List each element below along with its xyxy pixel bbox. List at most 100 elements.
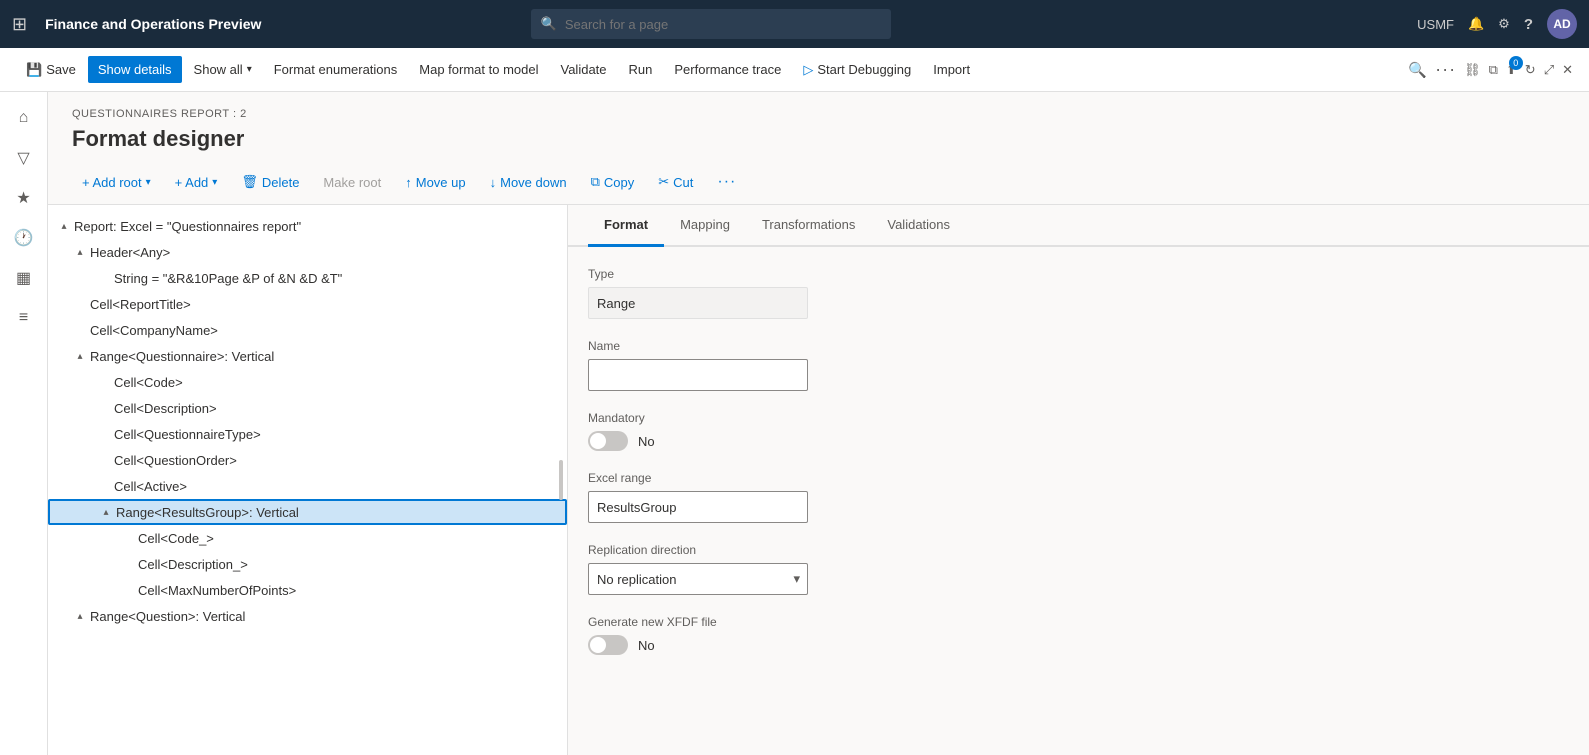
search-bar[interactable]: 🔍 — [531, 9, 891, 39]
debug-icon: ▷ — [803, 62, 813, 78]
tree-item-cell-description-2[interactable]: Cell<Description_> — [48, 551, 567, 577]
expand-cell-code-2-icon — [120, 530, 136, 546]
add-root-button[interactable]: + Add root ▾ — [72, 170, 161, 195]
connections-icon[interactable]: ⛓ — [1464, 62, 1481, 78]
sidebar-icon-home[interactable]: ⌂ — [6, 100, 42, 136]
more-toolbar-button[interactable]: ··· — [707, 168, 746, 196]
move-up-icon: ↑ — [405, 175, 412, 190]
top-nav-right: USMF 🔔 ⚙ ? AD — [1417, 9, 1577, 39]
copy-icon: ⧉ — [591, 174, 600, 190]
tree-item-cell-description[interactable]: Cell<Description> — [48, 395, 567, 421]
sidebar-icon-filter[interactable]: ▽ — [6, 140, 42, 176]
show-all-chevron-icon: ▾ — [247, 64, 252, 75]
format-enumerations-button[interactable]: Format enumerations — [264, 56, 408, 83]
app-grid-icon[interactable]: ⊞ — [12, 14, 27, 35]
sidebar-icon-list[interactable]: ≡ — [6, 300, 42, 336]
bell-icon[interactable]: 🔔 — [1468, 16, 1484, 32]
tree-item-cell-report-title-label: Cell<ReportTitle> — [90, 297, 559, 312]
tree-item-cell-report-title[interactable]: Cell<ReportTitle> — [48, 291, 567, 317]
tree-item-cell-question-order-label: Cell<QuestionOrder> — [114, 453, 559, 468]
make-root-button[interactable]: Make root — [313, 170, 391, 195]
command-bar: 💾 Save Show details Show all ▾ Format en… — [0, 48, 1589, 92]
expand-range-questionnaire-icon: ▴ — [72, 348, 88, 364]
toolbar: + Add root ▾ + Add ▾ 🗑 Delete Make root … — [48, 160, 1589, 205]
mandatory-value-label: No — [638, 434, 655, 449]
tree-item-header[interactable]: ▴ Header<Any> — [48, 239, 567, 265]
compare-icon[interactable]: ⧉ — [1489, 62, 1498, 78]
avatar[interactable]: AD — [1547, 9, 1577, 39]
mandatory-toggle[interactable] — [588, 431, 628, 451]
tab-mapping[interactable]: Mapping — [664, 205, 746, 247]
more-cmd-icon[interactable]: ··· — [1435, 59, 1456, 80]
delete-button[interactable]: 🗑 Delete — [231, 169, 309, 195]
tree-item-range-results-group[interactable]: ▴ Range<ResultsGroup>: Vertical — [48, 499, 567, 525]
import-button[interactable]: Import — [923, 56, 980, 83]
move-down-button[interactable]: ↓ Move down — [480, 170, 577, 195]
replication-direction-label: Replication direction — [588, 543, 1569, 557]
tree-item-cell-max-number[interactable]: Cell<MaxNumberOfPoints> — [48, 577, 567, 603]
settings-icon[interactable]: ⚙ — [1498, 16, 1510, 32]
help-icon[interactable]: ? — [1524, 16, 1533, 33]
generate-xfdf-toggle-row: No — [588, 635, 1569, 655]
expand-header-icon: ▴ — [72, 244, 88, 260]
restore-icon[interactable]: ↻ — [1525, 62, 1536, 78]
page-title: Format designer — [72, 126, 1565, 152]
add-button[interactable]: + Add ▾ — [165, 170, 228, 195]
panel-tabs: Format Mapping Transformations Validatio… — [568, 205, 1589, 247]
tree-item-cell-active[interactable]: Cell<Active> — [48, 473, 567, 499]
performance-trace-button[interactable]: Performance trace — [664, 56, 791, 83]
show-details-button[interactable]: Show details — [88, 56, 182, 83]
add-root-chevron-icon: ▾ — [146, 177, 151, 188]
tree-item-header-label: Header<Any> — [90, 245, 559, 260]
tab-format[interactable]: Format — [588, 205, 664, 247]
replication-direction-select[interactable]: No replication Vertical Horizontal — [588, 563, 808, 595]
name-label: Name — [588, 339, 1569, 353]
move-up-button[interactable]: ↑ Move up — [395, 170, 475, 195]
tree-item-cell-max-number-label: Cell<MaxNumberOfPoints> — [138, 583, 559, 598]
tree-item-cell-code[interactable]: Cell<Code> — [48, 369, 567, 395]
generate-xfdf-label: Generate new XFDF file — [588, 615, 1569, 629]
tree-item-range-question[interactable]: ▴ Range<Question>: Vertical — [48, 603, 567, 629]
expand-cell-company-name-icon — [72, 322, 88, 338]
map-format-to-model-button[interactable]: Map format to model — [409, 56, 548, 83]
tab-transformations[interactable]: Transformations — [746, 205, 871, 247]
tree-item-cell-company-name[interactable]: Cell<CompanyName> — [48, 317, 567, 343]
tree-item-range-questionnaire-label: Range<Questionnaire>: Vertical — [90, 349, 559, 364]
name-input[interactable] — [588, 359, 808, 391]
tree-item-cell-questionnaire-type-label: Cell<QuestionnaireType> — [114, 427, 559, 442]
generate-xfdf-value-label: No — [638, 638, 655, 653]
copy-button[interactable]: ⧉ Copy — [581, 169, 645, 195]
search-cmd-icon[interactable]: 🔍 — [1408, 61, 1427, 79]
tree-item-cell-code-2[interactable]: Cell<Code_> — [48, 525, 567, 551]
tree-item-cell-questionnaire-type[interactable]: Cell<QuestionnaireType> — [48, 421, 567, 447]
expand-string-icon — [96, 270, 112, 286]
sidebar-icon-recent[interactable]: 🕐 — [6, 220, 42, 256]
tree-resize-handle[interactable] — [559, 460, 563, 500]
search-icon: 🔍 — [541, 16, 557, 32]
expand-cell-questionnaire-type-icon — [96, 426, 112, 442]
close-button[interactable]: ✕ — [1562, 62, 1573, 78]
mandatory-toggle-knob — [590, 433, 606, 449]
content-area: ▴ Report: Excel = "Questionnaires report… — [48, 205, 1589, 755]
search-input[interactable] — [565, 17, 881, 32]
excel-range-input[interactable] — [588, 491, 808, 523]
show-all-button[interactable]: Show all ▾ — [184, 56, 262, 83]
tree-item-string[interactable]: String = "&R&10Page &P of &N &D &T" — [48, 265, 567, 291]
tree-item-report[interactable]: ▴ Report: Excel = "Questionnaires report… — [48, 213, 567, 239]
type-value: Range — [588, 287, 808, 319]
open-new-icon[interactable]: ⤢ — [1544, 62, 1554, 78]
tree-item-range-results-group-label: Range<ResultsGroup>: Vertical — [116, 505, 557, 520]
start-debugging-button[interactable]: ▷ Start Debugging — [793, 56, 921, 84]
tab-validations[interactable]: Validations — [871, 205, 966, 247]
tree-item-cell-code-2-label: Cell<Code_> — [138, 531, 559, 546]
generate-xfdf-toggle[interactable] — [588, 635, 628, 655]
save-button[interactable]: 💾 Save — [16, 56, 86, 84]
sidebar-icon-star[interactable]: ★ — [6, 180, 42, 216]
cut-button[interactable]: ✂ Cut — [648, 169, 703, 195]
tree-item-range-questionnaire[interactable]: ▴ Range<Questionnaire>: Vertical — [48, 343, 567, 369]
validate-button[interactable]: Validate — [551, 56, 617, 83]
cut-icon: ✂ — [658, 174, 669, 190]
run-button[interactable]: Run — [619, 56, 663, 83]
sidebar-icon-table[interactable]: ▦ — [6, 260, 42, 296]
tree-item-cell-question-order[interactable]: Cell<QuestionOrder> — [48, 447, 567, 473]
